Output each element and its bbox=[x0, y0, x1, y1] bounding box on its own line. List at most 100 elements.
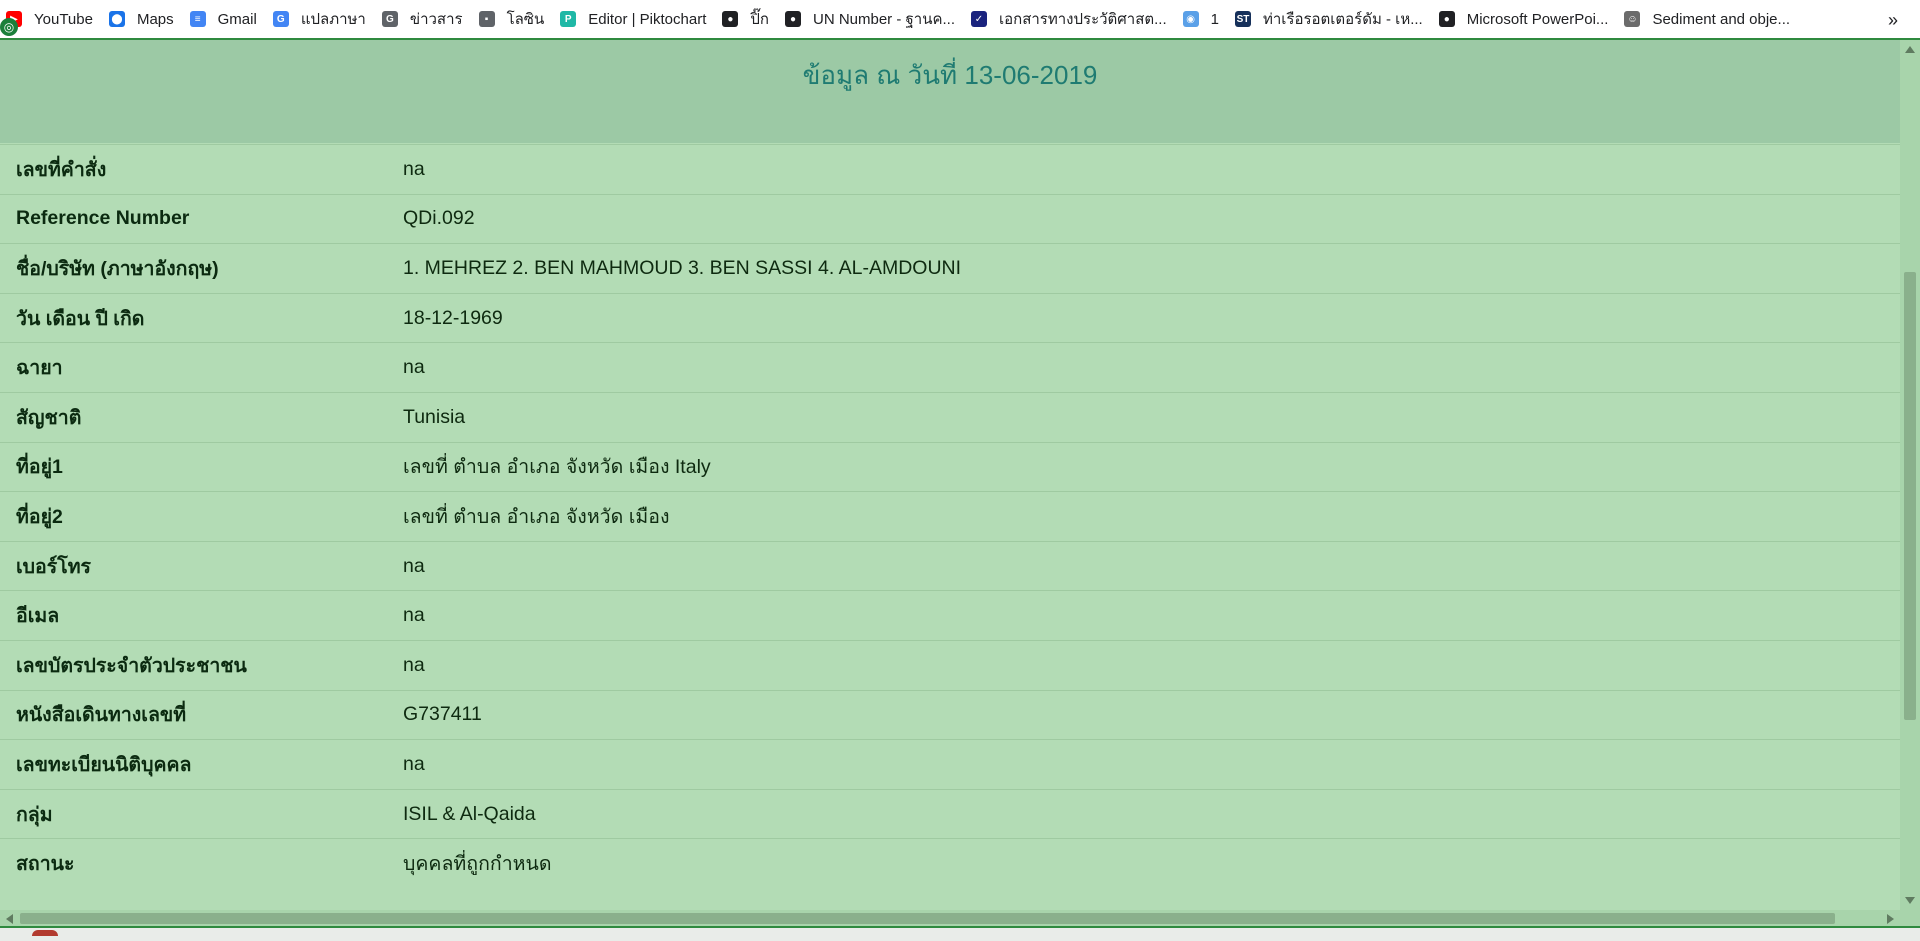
globe-icon: ● bbox=[784, 11, 801, 27]
vertical-scroll-thumb[interactable] bbox=[1904, 272, 1916, 720]
bookmark-item[interactable]: ● UN Number - ฐานค... bbox=[779, 0, 965, 39]
field-value: QDi.092 bbox=[403, 207, 475, 230]
bookmark-item[interactable]: G แปลภาษา bbox=[267, 0, 376, 39]
bookmark-label: Gmail bbox=[217, 10, 257, 28]
field-label: ฉายา bbox=[16, 357, 63, 380]
scroll-right-arrow-icon[interactable] bbox=[1887, 914, 1894, 924]
field-value: G737411 bbox=[403, 703, 482, 726]
table-row: สัญชาติ Tunisia bbox=[0, 392, 1900, 442]
table-row: ที่อยู่2 เลขที่ ตำบล อำเภอ จังหวัด เมือง bbox=[0, 491, 1900, 542]
field-value: เลขที่ ตำบล อำเภอ จังหวัด เมือง Italy bbox=[403, 456, 711, 479]
table-row: Reference Number QDi.092 bbox=[0, 194, 1900, 244]
bookmark-label: UN Number - ฐานค... bbox=[812, 11, 955, 28]
horizontal-scroll-thumb[interactable] bbox=[20, 913, 1835, 924]
table-row: ที่อยู่1 เลขที่ ตำบล อำเภอ จังหวัด เมือง … bbox=[0, 442, 1900, 492]
table-row: เลขทะเบียนนิติบุคคล na bbox=[0, 739, 1900, 790]
bookmark-item[interactable]: ● Microsoft PowerPoi... bbox=[1433, 0, 1619, 39]
field-label: เบอร์โทร bbox=[16, 555, 92, 578]
bookmark-item[interactable]: ◉ 1 bbox=[1177, 0, 1229, 39]
vertical-scrollbar[interactable] bbox=[1900, 40, 1920, 910]
scroll-up-arrow-icon[interactable] bbox=[1905, 46, 1915, 53]
table-row: อีเมล na bbox=[0, 590, 1900, 641]
bookmark-label: Sediment and obje... bbox=[1652, 10, 1791, 28]
globe-icon: ● bbox=[1438, 11, 1455, 27]
field-value: na bbox=[403, 157, 425, 180]
field-value: na bbox=[403, 356, 425, 379]
bookmark-item[interactable]: G ข่าวสาร bbox=[376, 0, 473, 39]
bookmark-item[interactable]: ▪ โลซิน bbox=[473, 0, 555, 39]
table-row: ฉายา na bbox=[0, 342, 1900, 393]
field-label: ชื่อ/บริษัท (ภาษาอังกฤษ) bbox=[16, 257, 219, 280]
page-title-clipped bbox=[0, 40, 1900, 50]
field-label: ที่อยู่2 bbox=[16, 505, 63, 528]
bookmark-label: Maps bbox=[136, 10, 174, 28]
field-value: 1. MEHREZ 2. BEN MAHMOUD 3. BEN SASSI 4.… bbox=[403, 256, 962, 279]
horizontal-scrollbar[interactable] bbox=[0, 910, 1900, 926]
location-icon: ◉ bbox=[1182, 11, 1199, 27]
news-icon: G bbox=[381, 11, 398, 27]
st-icon: ST bbox=[1234, 11, 1251, 27]
bookmarks-bar: ▶YouTube⬤Maps≡GmailGแปลภาษาGข่าวสาร▪โลซิ… bbox=[0, 0, 1920, 40]
field-label: วัน เดือน ปี เกิด bbox=[16, 307, 145, 330]
scroll-left-arrow-icon[interactable] bbox=[6, 914, 13, 924]
field-value: na bbox=[403, 604, 425, 627]
bookmark-label: แปลภาษา bbox=[300, 11, 366, 28]
person-icon: ☺ bbox=[1624, 11, 1641, 27]
table-row: สถานะ บุคคลที่ถูกกำหนด bbox=[0, 838, 1900, 889]
page-content: ข้อมูล ณ วันที่ 13-06-2019 เลขที่คำสั่ง n… bbox=[0, 40, 1900, 910]
maps-pin-icon: ⬤ bbox=[108, 11, 125, 27]
bookmark-label: Editor | Piktochart bbox=[588, 10, 707, 28]
bookmark-label: โลซิน bbox=[506, 11, 545, 28]
extension-badge-icon[interactable]: ◎ bbox=[0, 18, 18, 36]
table-row: เบอร์โทร na bbox=[0, 541, 1900, 591]
scrollbar-corner bbox=[1900, 910, 1920, 926]
bookmark-item[interactable]: ✓ เอกสารทางประวัติศาสต... bbox=[965, 0, 1177, 39]
table-row: หนังสือเดินทางเลขที่ G737411 bbox=[0, 690, 1900, 740]
taskbar-tab-icon bbox=[32, 930, 58, 936]
docs-icon: ≡ bbox=[189, 11, 206, 27]
bookmark-label: 1 bbox=[1210, 10, 1219, 28]
bookmarks-overflow-button[interactable]: » bbox=[1888, 10, 1898, 31]
table-row: วัน เดือน ปี เกิด 18-12-1969 bbox=[0, 293, 1900, 343]
bookmark-label: YouTube bbox=[34, 10, 93, 28]
scroll-down-arrow-icon[interactable] bbox=[1905, 897, 1915, 904]
bookmark-label: Microsoft PowerPoi... bbox=[1466, 10, 1609, 28]
detail-table: เลขที่คำสั่ง na Reference Number QDi.092 ชื่… bbox=[0, 144, 1900, 888]
bookmark-label: ปิ๊ก bbox=[750, 11, 769, 28]
field-label: สถานะ bbox=[16, 853, 75, 876]
field-value: เลขที่ ตำบล อำเภอ จังหวัด เมือง bbox=[403, 505, 670, 528]
field-label: Reference Number bbox=[16, 207, 190, 230]
page-header: ข้อมูล ณ วันที่ 13-06-2019 bbox=[0, 40, 1900, 143]
field-value: ISIL & Al-Qaida bbox=[403, 802, 536, 825]
translate-icon: G bbox=[272, 11, 289, 27]
field-value: 18-12-1969 bbox=[403, 306, 503, 329]
bookmark-label: เอกสารทางประวัติศาสต... bbox=[999, 11, 1167, 28]
field-label: เลขทะเบียนนิติบุคคล bbox=[16, 753, 192, 776]
bookmark-item[interactable]: ☺ Sediment and obje... bbox=[1618, 0, 1800, 39]
piktochart-icon: P bbox=[560, 11, 577, 27]
bookmark-label: ข่าวสาร bbox=[409, 11, 463, 28]
field-label: สัญชาติ bbox=[16, 406, 82, 429]
document-icon: ✓ bbox=[971, 11, 987, 27]
data-date-line: ข้อมูล ณ วันที่ 13-06-2019 bbox=[802, 60, 1098, 90]
table-row: กลุ่ม ISIL & Al-Qaida bbox=[0, 789, 1900, 839]
table-row: เลขบัตรประจำตัวประชาชน na bbox=[0, 640, 1900, 690]
field-value: บุคคลที่ถูกกำหนด bbox=[403, 853, 552, 876]
bookmark-item[interactable]: ≡ Gmail bbox=[184, 0, 267, 39]
field-value: na bbox=[403, 653, 425, 676]
field-value: na bbox=[403, 554, 425, 577]
table-row: ชื่อ/บริษัท (ภาษาอังกฤษ) 1. MEHREZ 2. BEN… bbox=[0, 243, 1900, 294]
logistics-icon: ▪ bbox=[478, 11, 495, 27]
bookmark-item[interactable]: ● ปิ๊ก bbox=[716, 0, 779, 39]
field-label: เลขที่คำสั่ง bbox=[16, 158, 107, 181]
field-value: na bbox=[403, 752, 425, 775]
bookmark-item[interactable]: P Editor | Piktochart bbox=[554, 0, 716, 39]
field-label: ที่อยู่1 bbox=[16, 456, 63, 479]
bookmark-item[interactable]: ⬤ Maps bbox=[103, 0, 184, 39]
field-value: Tunisia bbox=[403, 405, 466, 428]
field-label: อีเมล bbox=[16, 605, 60, 628]
globe-icon: ● bbox=[722, 11, 739, 27]
bookmark-item[interactable]: ST ท่าเรือรอตเตอร์ดัม - เห... bbox=[1229, 0, 1433, 39]
bookmark-label: ท่าเรือรอตเตอร์ดัม - เห... bbox=[1262, 11, 1423, 28]
field-label: หนังสือเดินทางเลขที่ bbox=[16, 704, 187, 727]
